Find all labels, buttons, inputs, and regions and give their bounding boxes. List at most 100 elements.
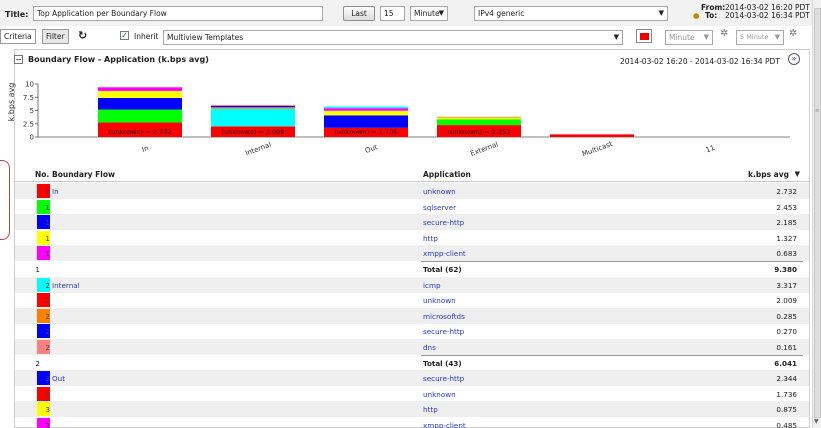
row-number: 3 — [45, 374, 50, 384]
unit-select[interactable]: Minute ▼ — [410, 6, 448, 21]
table-row[interactable]: 1 sqlserver 2.453 — [15, 199, 809, 215]
x-tick-label: Multicast — [581, 140, 614, 158]
row-value: 2.185 — [776, 218, 797, 228]
row-application[interactable]: http — [423, 234, 438, 243]
bar-segment — [98, 109, 182, 123]
header-application[interactable]: Application — [423, 170, 471, 179]
sort-desc-icon[interactable]: ▼ — [795, 170, 800, 178]
table-row[interactable]: 1 In unknown 2.732 — [15, 183, 809, 199]
row-value: 3.317 — [776, 280, 797, 290]
chevron-down-icon: ▼ — [703, 33, 709, 41]
color-picker-button[interactable] — [636, 29, 652, 43]
scroll-thumb[interactable] — [814, 8, 821, 418]
row-number: 1 — [35, 265, 40, 274]
settings-icon[interactable]: ✲ — [789, 28, 797, 39]
table-total-row[interactable]: 2 Total (43) 6.041 — [15, 354, 809, 371]
row-boundary-flow[interactable]: In — [52, 187, 59, 196]
row-value: 2.453 — [776, 202, 797, 212]
table-row[interactable]: 3 unknown 1.736 — [15, 386, 809, 402]
tab-criteria[interactable]: Criteria — [0, 29, 36, 44]
row-number: 3 — [45, 421, 50, 428]
granularity-select[interactable]: Minute ▼ — [665, 30, 713, 45]
row-total-label: Total (62) — [423, 265, 462, 274]
table-row[interactable]: 1 secure-http 2.185 — [15, 214, 809, 231]
row-application[interactable]: unknown — [423, 296, 456, 305]
table-row[interactable]: 3 xmpp-client 0.485 — [15, 417, 809, 428]
row-number: 1 — [45, 249, 50, 259]
header-no[interactable]: No. — [35, 170, 49, 179]
time-range: 2014-03-02 16:20 - 2014-03-02 16:34 PDT — [620, 57, 780, 66]
collapse-icon[interactable]: − — [14, 55, 23, 64]
row-application[interactable]: dns — [423, 343, 436, 352]
refresh-icon[interactable]: ↻ — [78, 29, 87, 42]
header-boundary-flow[interactable]: Boundary Flow — [52, 170, 115, 179]
bar-segment — [550, 134, 634, 137]
color-swatch — [640, 33, 649, 40]
vertical-scrollbar[interactable]: ≡ ▼ — [812, 0, 821, 428]
row-value: 2.732 — [776, 187, 797, 196]
y-axis-label: k.bps avg — [7, 83, 16, 122]
row-application[interactable]: sqlserver — [423, 203, 456, 212]
table-row[interactable]: 2 unknown 2.009 — [15, 292, 809, 308]
table-row[interactable]: 2 Internal icmp 3.317 — [15, 276, 809, 293]
row-application[interactable]: secure-http — [423, 374, 464, 383]
table-row[interactable]: 2 microsoftds 0.285 — [15, 307, 809, 324]
table-total-row[interactable]: 1 Total (62) 9.380 — [15, 261, 809, 277]
profile-select[interactable]: IPv4 generic ▼ — [474, 6, 668, 21]
scroll-down-arrow[interactable]: ▼ — [814, 418, 819, 425]
row-application[interactable]: http — [423, 405, 438, 414]
header-kbps-avg[interactable]: k.bps avg — [748, 170, 789, 179]
last-button[interactable]: Last — [343, 6, 375, 21]
row-number: 2 — [45, 296, 50, 306]
x-tick-label: External — [469, 140, 499, 157]
row-application[interactable]: microsoftds — [423, 312, 465, 321]
table-row[interactable]: 2 secure-http 0.270 — [15, 323, 809, 339]
row-value: 0.161 — [776, 343, 797, 352]
template-select[interactable]: Multiview Templates ▼ — [163, 30, 623, 45]
tab-filter[interactable]: Filter — [42, 29, 69, 44]
bar-segment — [324, 108, 408, 111]
row-value: 2.344 — [776, 374, 797, 384]
table-row[interactable]: 1 http 1.327 — [15, 230, 809, 246]
y-tick-label: 5 — [30, 107, 34, 115]
bar-segment — [211, 107, 295, 109]
bar-segment — [437, 117, 521, 120]
gear-icon[interactable]: ✲ — [720, 28, 728, 39]
grip-icon: ≡ — [815, 108, 820, 114]
table-row[interactable]: 1 xmpp-client 0.683 — [15, 245, 809, 262]
table-header: No. Boundary Flow Application k.bps avg … — [15, 166, 809, 182]
last-count-input[interactable]: 15 — [380, 6, 405, 21]
y-tick-label: 10 — [25, 81, 34, 89]
bar-data-label: (unknown) = 2.732 — [109, 128, 172, 136]
profile-select-value: IPv4 generic — [478, 9, 525, 18]
expand-icon[interactable]: » — [788, 53, 800, 65]
bar-segment — [211, 104, 295, 106]
row-application[interactable]: xmpp-client — [423, 421, 466, 428]
interval-select[interactable]: 5 Minute ▼ — [736, 30, 784, 45]
row-application[interactable]: secure-http — [423, 327, 464, 336]
table-row[interactable]: 3 Out secure-http 2.344 — [15, 370, 809, 387]
bar-segment — [324, 115, 408, 128]
row-application[interactable]: unknown — [423, 390, 456, 399]
row-boundary-flow[interactable]: Internal — [52, 281, 80, 290]
granularity-select-value: Minute — [669, 33, 695, 42]
row-number: 1 — [45, 233, 50, 243]
panel-title: Boundary Flow - Application (k.bps avg) — [28, 55, 209, 64]
table-row[interactable]: 2 dns 0.161 — [15, 339, 809, 355]
chevron-down-icon: ▼ — [658, 9, 664, 17]
y-tick-label: 0 — [30, 134, 34, 142]
annotation-outline — [0, 160, 10, 240]
row-application[interactable]: xmpp-client — [423, 249, 466, 258]
table-row[interactable]: 3 http 0.875 — [15, 401, 809, 418]
row-value: 0.285 — [776, 311, 797, 321]
title-input[interactable]: Top Application per Boundary Flow — [33, 6, 323, 21]
row-total-value: 6.041 — [774, 358, 797, 368]
row-boundary-flow[interactable]: Out — [52, 374, 65, 383]
row-number: 1 — [45, 218, 50, 228]
inherit-label: Inherit — [134, 32, 159, 41]
inherit-checkbox[interactable]: ✓ — [120, 31, 129, 40]
row-application[interactable]: unknown — [423, 187, 456, 196]
row-application[interactable]: secure-http — [423, 218, 464, 227]
row-application[interactable]: icmp — [423, 281, 441, 290]
x-tick-label: 11 — [705, 144, 716, 155]
